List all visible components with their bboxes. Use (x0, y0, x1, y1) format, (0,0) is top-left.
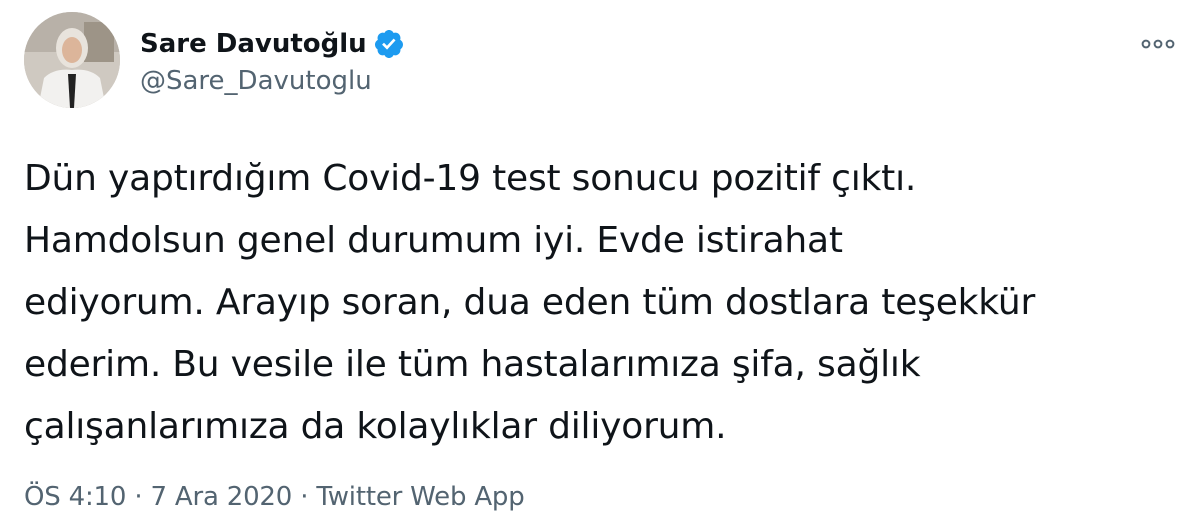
tweet-meta: ÖS 4:10 · 7 Ara 2020 · Twitter Web App (24, 482, 525, 512)
tweet-text-line: çalışanlarımıza da kolaylıklar diliyorum… (24, 406, 727, 447)
meta-separator: · (300, 482, 309, 512)
tweet-text-line: Hamdolsun genel durumum iyi. Evde istira… (24, 220, 843, 261)
tweet-header: Sare Davutoğlu @Sare_Davutoglu (24, 12, 1176, 112)
author-info: Sare Davutoğlu @Sare_Davutoglu (140, 24, 405, 96)
more-options-icon[interactable] (1140, 34, 1176, 54)
tweet-text-line: Dün yaptırdığım Covid-19 test sonucu poz… (24, 158, 917, 199)
tweet-source-link[interactable]: Twitter Web App (316, 482, 524, 512)
tweet-text-line: ederim. Bu vesile ile tüm hastalarımıza … (24, 344, 921, 385)
tweet-time-link[interactable]: ÖS 4:10 · 7 Ara 2020 (24, 482, 292, 512)
tweet-date: 7 Ara 2020 (150, 482, 293, 512)
tweet-text-line: ediyorum. Arayıp soran, dua eden tüm dos… (24, 282, 1036, 323)
meta-separator: · (134, 482, 143, 512)
user-handle[interactable]: @Sare_Davutoglu (140, 66, 405, 96)
tweet-text: Dün yaptırdığım Covid-19 test sonucu poz… (24, 148, 1184, 458)
verified-badge-icon (373, 28, 405, 60)
avatar[interactable] (24, 12, 120, 108)
tweet-time: ÖS 4:10 (24, 482, 127, 512)
display-name[interactable]: Sare Davutoğlu (140, 29, 367, 59)
profile-photo-icon (24, 12, 120, 108)
